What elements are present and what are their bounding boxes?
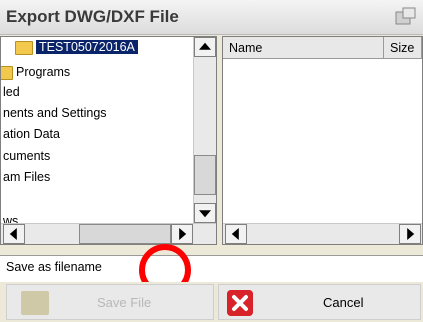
column-header-name[interactable]: Name	[223, 37, 384, 59]
save-as-row: Save as filename	[0, 255, 423, 282]
folder-tree[interactable]: TEST05072016A Programs led nents and Set…	[0, 36, 217, 245]
down-arrow-icon	[199, 210, 211, 218]
scroll-left-button[interactable]	[225, 224, 247, 244]
scroll-thumb[interactable]	[194, 155, 216, 195]
filename-input[interactable]	[152, 258, 422, 280]
tree-horizontal-scrollbar[interactable]	[1, 223, 216, 244]
window-title: Export DWG/DXF File	[6, 7, 179, 26]
scroll-left-button[interactable]	[3, 224, 25, 244]
file-list[interactable]: Name Size	[222, 36, 423, 245]
cancel-button[interactable]: Cancel	[218, 284, 421, 320]
title-bar: Export DWG/DXF File	[0, 0, 423, 35]
files-horizontal-scrollbar[interactable]	[223, 223, 422, 244]
scroll-right-button[interactable]	[399, 224, 421, 244]
tree-item[interactable]: led	[3, 83, 20, 101]
close-icon	[227, 290, 253, 316]
right-arrow-icon	[407, 228, 415, 240]
tree-item[interactable]: nents and Settings	[3, 104, 107, 122]
tree-item[interactable]: ation Data	[3, 125, 60, 143]
tree-item[interactable]: Programs	[1, 63, 70, 81]
save-icon	[21, 291, 49, 315]
scroll-down-button[interactable]	[194, 203, 216, 223]
tree-item[interactable]: cuments	[3, 147, 50, 165]
left-arrow-icon	[231, 228, 239, 240]
button-bar: Save File Cancel	[0, 282, 423, 322]
tree-item[interactable]: am Files	[3, 168, 50, 186]
column-header-size[interactable]: Size	[384, 37, 422, 59]
save-file-button[interactable]: Save File	[6, 284, 214, 320]
scroll-right-button[interactable]	[171, 224, 193, 244]
folder-icon	[15, 40, 33, 55]
save-as-label: Save as filename	[6, 260, 102, 274]
left-arrow-icon	[9, 228, 17, 240]
tree-item-selected[interactable]: TEST05072016A	[15, 38, 138, 56]
export-dialog: Export DWG/DXF File TEST05072016A Progra…	[0, 0, 423, 322]
right-arrow-icon	[179, 228, 187, 240]
folder-icon	[1, 65, 13, 80]
tree-vertical-scrollbar[interactable]	[193, 37, 216, 223]
up-arrow-icon	[199, 42, 211, 50]
scroll-up-button[interactable]	[194, 37, 216, 57]
export-drive-icon	[395, 7, 416, 25]
scroll-thumb[interactable]	[79, 224, 171, 244]
